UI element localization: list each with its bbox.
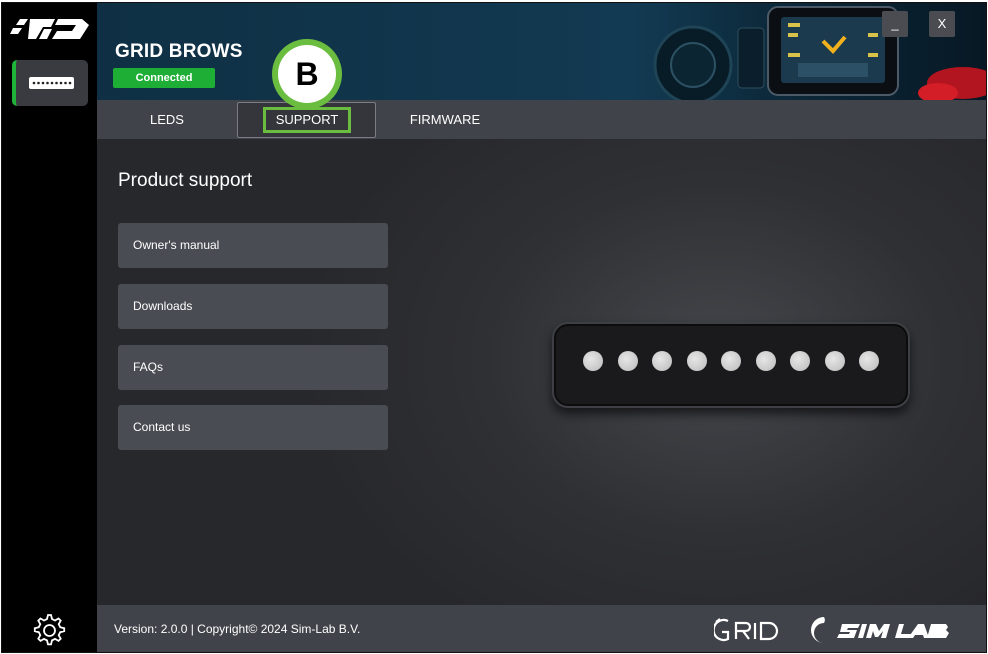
tab-bar: LEDS SUPPORT FIRMWARE: [97, 100, 986, 139]
led-indicator: [583, 351, 603, 371]
led-indicator: [652, 351, 672, 371]
grid-logo-icon: [714, 618, 779, 642]
sim-lab-logo-icon: [811, 617, 949, 643]
tab-firmware[interactable]: FIRMWARE: [400, 100, 490, 139]
led-indicator: [756, 351, 776, 371]
grid-rd-logo-icon: [10, 19, 89, 39]
section-title: Product support: [118, 170, 253, 191]
device-icon: [29, 77, 74, 89]
minimize-button[interactable]: _: [882, 11, 908, 37]
led-indicator: [721, 351, 741, 371]
led-indicator: [618, 351, 638, 371]
tab-support-label: SUPPORT: [263, 107, 351, 133]
device-select-button[interactable]: [12, 60, 88, 106]
contact-us-button[interactable]: Contact us: [118, 405, 388, 450]
main-content: Product support Owner's manual Downloads…: [97, 139, 986, 605]
led-indicator: [859, 351, 879, 371]
owners-manual-button[interactable]: Owner's manual: [118, 223, 388, 268]
downloads-button[interactable]: Downloads: [118, 284, 388, 329]
annotation-marker: B: [272, 39, 342, 109]
close-button[interactable]: X: [929, 11, 955, 37]
led-preview-bar: [552, 322, 910, 408]
device-title: GRID BROWS: [115, 41, 243, 62]
header: GRID BROWS Connected _ X: [97, 3, 986, 100]
led-indicator: [687, 351, 707, 371]
led-indicator: [790, 351, 810, 371]
connection-status-badge: Connected: [113, 68, 215, 88]
tab-leds[interactable]: LEDS: [127, 100, 207, 139]
app-window: GRID BROWS Connected _ X LEDS SUPPORT FI…: [1, 2, 987, 653]
left-rail: [2, 3, 97, 652]
footer: Version: 2.0.0 | Copyright© 2024 Sim-Lab…: [97, 605, 986, 652]
version-text: Version: 2.0.0 | Copyright© 2024 Sim-Lab…: [114, 622, 361, 636]
led-indicator: [825, 351, 845, 371]
annotation-marker-label: B: [278, 45, 336, 103]
gear-icon[interactable]: [30, 611, 66, 647]
faqs-button[interactable]: FAQs: [118, 345, 388, 390]
